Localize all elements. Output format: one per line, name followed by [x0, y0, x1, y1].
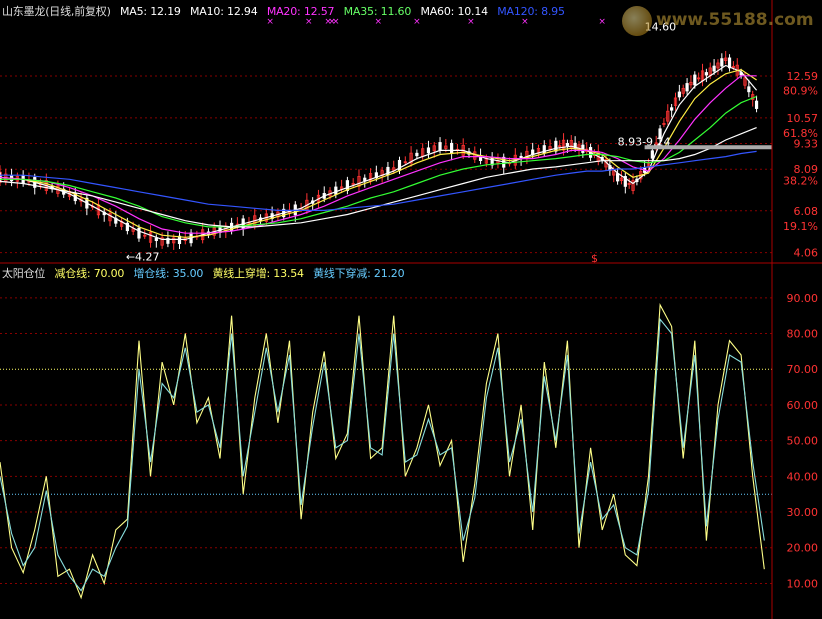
ma10-label: MA10: 12.94	[190, 5, 258, 18]
price-tick-label: 12.59	[787, 70, 819, 83]
pct-tick-label: 80.9%	[783, 84, 818, 97]
candle-body	[154, 237, 158, 242]
ma60-label: MA60: 10.14	[420, 5, 488, 18]
indicator-tick-label: 30.00	[787, 506, 819, 519]
indicator-tick-label: 10.00	[787, 577, 819, 590]
ma35-label: MA35: 11.60	[343, 5, 412, 18]
reduce-line-label: 减仓线: 70.00	[54, 267, 125, 280]
ma-line-ma35	[0, 95, 757, 228]
candle-body	[677, 91, 681, 98]
price-tick-label: 10.57	[787, 112, 819, 125]
candle-body	[747, 86, 751, 93]
candle-body	[670, 107, 674, 111]
price-tick-label: 4.06	[794, 247, 819, 260]
candle-body	[720, 58, 724, 67]
indicator-tick-label: 90.00	[787, 292, 819, 305]
ma120-label: MA120: 8.95	[497, 5, 565, 18]
indicator-tick-label: 70.00	[787, 363, 819, 376]
indicator-tick-label: 60.00	[787, 399, 819, 412]
axis-layer: 12.5910.579.338.096.084.0680.9%61.8%38.2…	[0, 0, 822, 619]
indicator-tick-label: 40.00	[787, 470, 819, 483]
candle-body	[693, 74, 697, 86]
cross-down-label: 黄线下穿减: 21.20	[313, 267, 405, 280]
support-band	[644, 145, 772, 150]
indicator-tick-label: 20.00	[787, 542, 819, 555]
pct-tick-label: 61.8%	[783, 127, 818, 140]
candle-body	[137, 227, 141, 239]
stock-chart: 14.60←4.278.93-9.24× × ××× × × × × ×$ 12.59 10.5…	[0, 0, 822, 619]
indicator-header: 太阳仓位 减仓线: 70.00 增仓线: 35.00 黄线上穿增: 13.54 …	[2, 265, 410, 281]
candle-body	[426, 147, 431, 154]
ma20-label: MA20: 12.57	[266, 5, 335, 18]
candle-body	[438, 142, 442, 151]
cross-up-label: 黄线上穿增: 13.54	[212, 267, 304, 280]
candle-body	[685, 83, 689, 92]
stock-title: 山东墨龙(日线,前复权)	[2, 5, 111, 18]
indicator-title: 太阳仓位	[2, 267, 46, 280]
candle-body	[363, 177, 367, 181]
candle-body	[565, 143, 570, 147]
price-panel[interactable]: 14.60←4.278.93-9.24× × ××× × × × × ×$	[0, 17, 772, 265]
candle-body	[712, 65, 716, 72]
indicator-panel[interactable]	[0, 297, 772, 600]
watermark-logo-icon	[622, 6, 652, 36]
watermark: www.55188.com	[622, 6, 814, 38]
ma5-label: MA5: 12.19	[119, 5, 181, 18]
price-tick-label: 6.08	[794, 205, 819, 218]
ma-line-ma10	[0, 68, 757, 238]
pct-tick-label: 38.2%	[783, 174, 818, 187]
candle-body	[450, 142, 454, 154]
candle-body	[704, 72, 708, 76]
price-header: 山东墨龙(日线,前复权) MA5: 12.19 MA10: 12.94 MA20…	[2, 3, 571, 19]
indicator-tick-label: 80.00	[787, 328, 819, 341]
ma-line-ma20	[0, 75, 757, 234]
watermark-text: www.55188.com	[656, 10, 814, 30]
candle-body	[754, 100, 759, 109]
candle-body	[650, 150, 654, 159]
candle-body	[616, 173, 620, 182]
pct-tick-label: 19.1%	[783, 220, 818, 233]
signal-x-marker: ×	[598, 17, 606, 27]
price-annotation: ←4.27	[126, 250, 160, 263]
candle-body	[415, 152, 419, 157]
add-line-label: 增仓线: 35.00	[133, 267, 204, 280]
candle-body	[334, 186, 338, 195]
indicator-tick-label: 50.00	[787, 435, 819, 448]
